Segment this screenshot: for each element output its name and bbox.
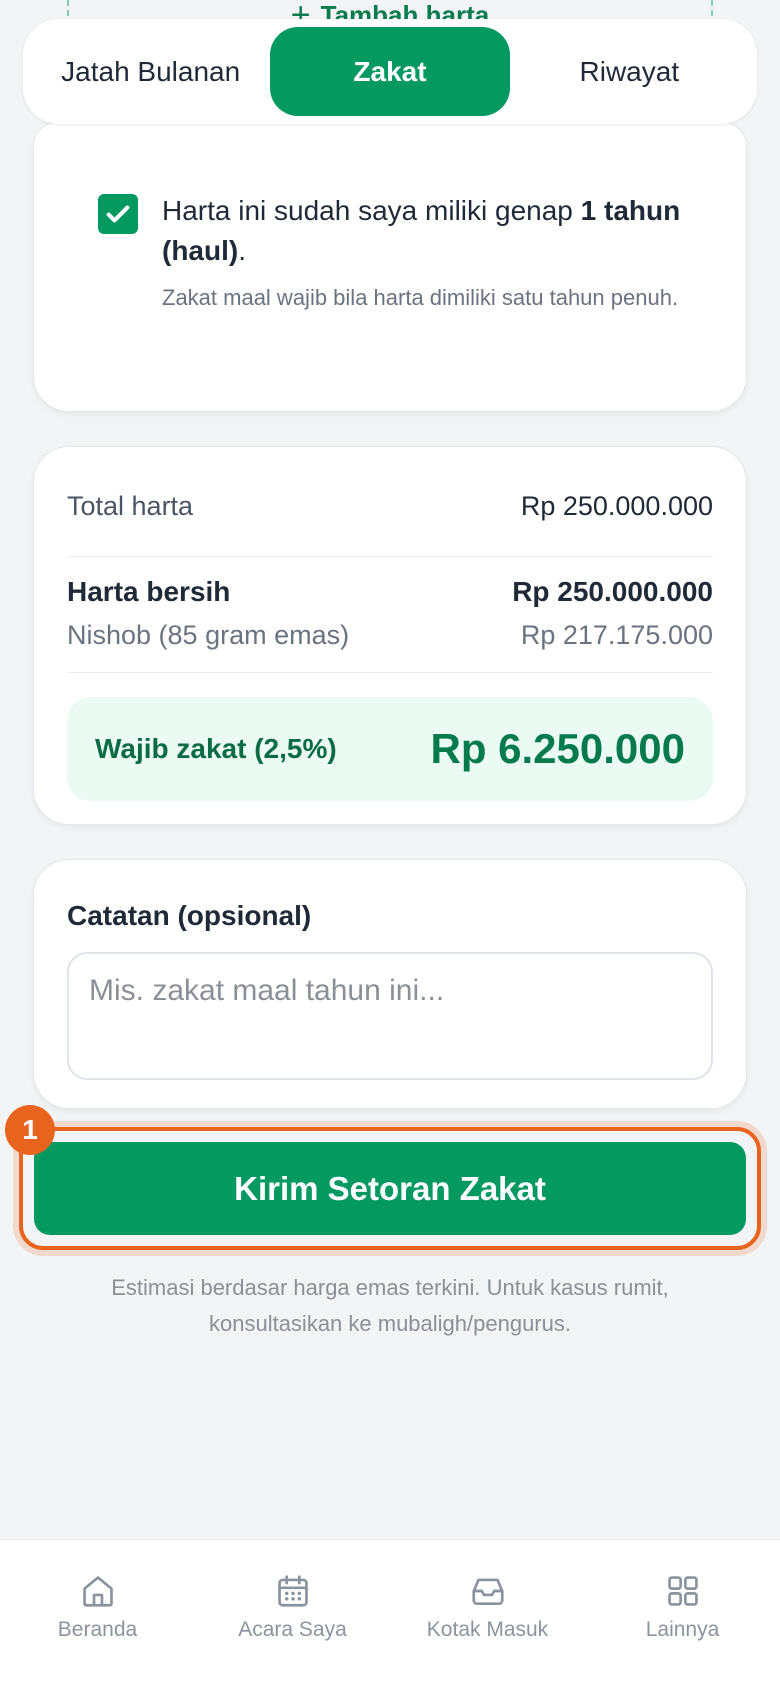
haul-text-prefix: Harta ini sudah saya miliki genap — [162, 195, 581, 226]
nav-label-acara-saya: Acara Saya — [238, 1618, 347, 1641]
total-harta-row: Total harta Rp 250.000.000 — [67, 447, 713, 557]
catatan-card: Catatan (opsional) — [33, 859, 747, 1109]
bottom-nav: Beranda Acara Saya Kotak Masuk Lainnya — [0, 1539, 780, 1688]
grid-icon — [667, 1576, 698, 1606]
submit-highlight: Kirim Setoran Zakat — [19, 1127, 761, 1250]
nav-item-lainnya[interactable]: Lainnya — [585, 1540, 780, 1688]
total-harta-value: Rp 250.000.000 — [520, 491, 713, 521]
calendar-icon — [277, 1575, 308, 1607]
tab-zakat[interactable]: Zakat — [270, 27, 510, 116]
harta-bersih-value: Rp 250.000.000 — [512, 576, 713, 607]
harta-bersih-label: Harta bersih — [67, 576, 231, 607]
nav-label-lainnya: Lainnya — [645, 1618, 720, 1641]
zakat-summary-card: Total harta Rp 250.000.000 Harta bersih … — [33, 446, 747, 825]
nav-item-beranda[interactable]: Beranda — [0, 1540, 195, 1688]
tab-jatah-bulanan[interactable]: Jatah Bulanan — [31, 27, 270, 116]
nishob-value: Rp 217.175.000 — [520, 620, 713, 650]
nishob-label: Nishob (85 gram emas) — [67, 620, 350, 650]
inbox-icon — [471, 1578, 504, 1606]
estimate-note: Estimasi berdasar harga emas terkini. Un… — [111, 1275, 669, 1336]
wajib-zakat-value: Rp 6.250.000 — [430, 725, 685, 772]
nav-item-acara-saya[interactable]: Acara Saya — [195, 1540, 390, 1688]
wajib-zakat-box: Wajib zakat (2,5%) Rp 6.250.000 — [67, 697, 713, 801]
wajib-zakat-label: Wajib zakat (2,5%) — [95, 733, 337, 764]
haul-statement[interactable]: Harta ini sudah saya miliki genap 1 tahu… — [162, 191, 702, 271]
haul-subtext: Zakat maal wajib bila harta dimiliki sat… — [162, 285, 679, 310]
nav-item-kotak-masuk[interactable]: Kotak Masuk — [390, 1540, 585, 1688]
submit-zakat-button[interactable]: Kirim Setoran Zakat — [34, 1142, 746, 1235]
segmented-tabs: Jatah Bulanan Zakat Riwayat — [23, 19, 757, 124]
haul-card: Harta ini sudah saya miliki genap 1 tahu… — [33, 122, 747, 412]
nav-label-kotak-masuk: Kotak Masuk — [426, 1618, 549, 1641]
harta-bersih-row: Harta bersih Rp 250.000.000 — [67, 571, 713, 613]
haul-checkbox[interactable] — [98, 194, 138, 234]
check-icon — [106, 205, 130, 223]
nav-label-beranda: Beranda — [57, 1618, 138, 1641]
tab-riwayat[interactable]: Riwayat — [510, 27, 749, 116]
nishob-row: Nishob (85 gram emas) Rp 217.175.000 — [67, 613, 713, 673]
haul-text-suffix: . — [238, 235, 246, 266]
home-icon — [82, 1576, 113, 1607]
haul-text-block: Harta ini sudah saya miliki genap 1 tahu… — [162, 191, 702, 316]
catatan-label: Catatan (opsional) — [67, 900, 312, 931]
step-badge: 1 — [5, 1105, 55, 1155]
catatan-input[interactable] — [67, 952, 713, 1080]
total-harta-label: Total harta — [67, 491, 194, 521]
